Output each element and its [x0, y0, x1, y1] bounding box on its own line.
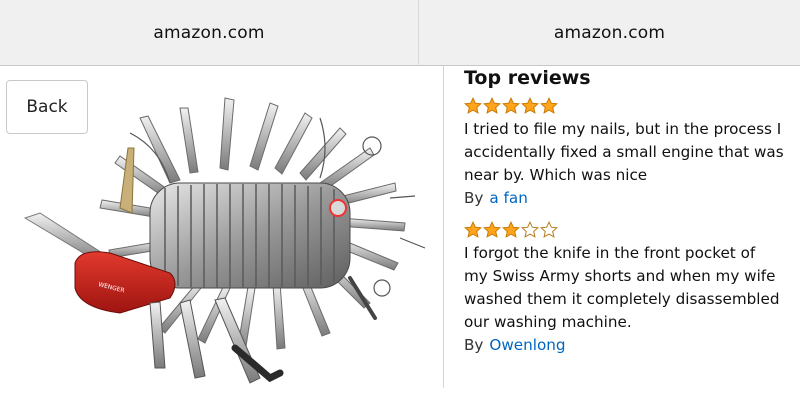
- review-item: I tried to file my nails, but in the pro…: [464, 96, 800, 210]
- star-filled-icon: [502, 97, 520, 114]
- star-empty-icon: [540, 221, 558, 238]
- review-text-line: near by. Which was nice: [464, 166, 648, 184]
- review-text-line: I tried to file my nails, but in the pro…: [464, 120, 782, 138]
- reviews-list: I tried to file my nails, but in the pro…: [464, 96, 800, 357]
- reviews-pane: Top reviews I tried to file my nails, bu…: [464, 66, 800, 420]
- pane-divider: [443, 66, 444, 388]
- right-url-text: amazon.com: [553, 22, 666, 43]
- left-address-bar[interactable]: amazon.com: [0, 0, 419, 66]
- review-text-line: washed them it completely disassembled: [464, 290, 780, 308]
- review-item: I forgot the knife in the front pocket o…: [464, 220, 800, 357]
- star-rating: [464, 220, 800, 240]
- left-url-text: amazon.com: [153, 22, 265, 43]
- right-address-bar[interactable]: amazon.com: [419, 0, 800, 66]
- star-filled-icon: [502, 221, 520, 238]
- star-filled-icon: [464, 97, 482, 114]
- star-rating: [464, 96, 800, 116]
- review-text-line: accidentally fixed a small engine that w…: [464, 143, 784, 161]
- review-author-link[interactable]: Owenlong: [489, 336, 565, 354]
- review-text-line: my Swiss Army shorts and when my wife: [464, 267, 776, 285]
- star-filled-icon: [483, 97, 501, 114]
- star-filled-icon: [540, 97, 558, 114]
- star-filled-icon: [521, 97, 539, 114]
- by-label: By: [464, 189, 484, 207]
- browser-top-bar: amazon.com amazon.com: [0, 0, 800, 66]
- top-reviews-heading: Top reviews: [464, 67, 591, 89]
- product-pane: Back WENGER: [0, 66, 443, 420]
- star-filled-icon: [464, 221, 482, 238]
- review-text-line: our washing machine.: [464, 313, 632, 331]
- review-byline: By a fan: [464, 187, 800, 210]
- review-author-link[interactable]: a fan: [489, 189, 527, 207]
- star-empty-icon: [521, 221, 539, 238]
- by-label: By: [464, 336, 484, 354]
- review-byline: By Owenlong: [464, 334, 800, 357]
- review-text-line: I forgot the knife in the front pocket o…: [464, 244, 756, 262]
- swiss-army-knife-image: WENGER: [23, 97, 426, 384]
- star-filled-icon: [483, 221, 501, 238]
- review-text: I forgot the knife in the front pocket o…: [464, 242, 800, 334]
- review-text: I tried to file my nails, but in the pro…: [464, 118, 800, 187]
